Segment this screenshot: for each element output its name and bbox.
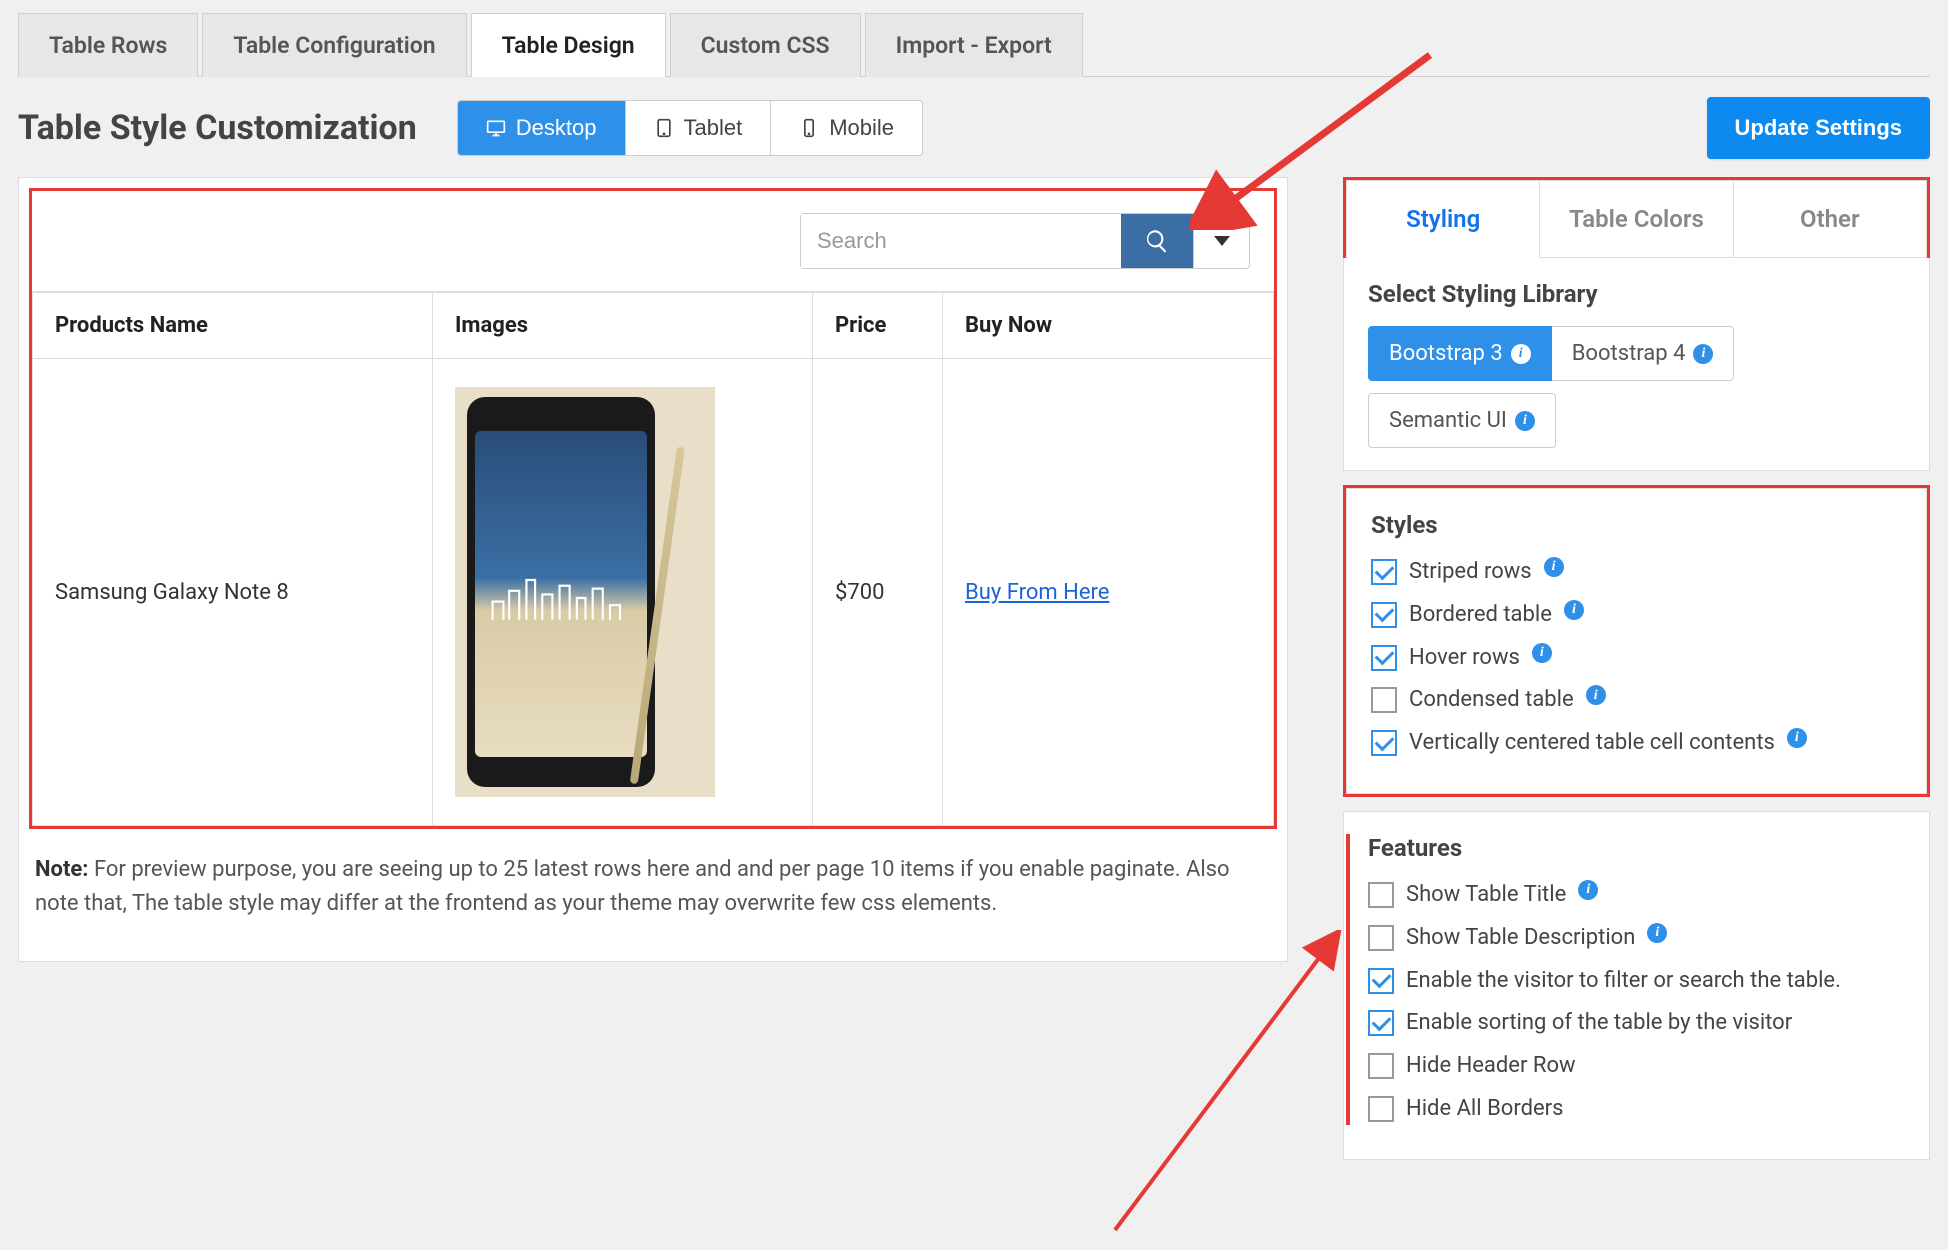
device-toggle-group: Desktop Tablet Mobile — [457, 100, 923, 156]
checkbox-bordered-table[interactable] — [1371, 602, 1397, 628]
tab-custom-css[interactable]: Custom CSS — [670, 13, 861, 77]
search-options-toggle[interactable] — [1193, 214, 1249, 268]
label-hide-borders: Hide All Borders — [1406, 1094, 1563, 1125]
checkbox-condensed-table[interactable] — [1371, 687, 1397, 713]
label-show-description: Show Table Description — [1406, 923, 1635, 954]
info-icon[interactable]: i — [1511, 344, 1531, 364]
search-button[interactable] — [1121, 214, 1193, 268]
preview-note: Note: For preview purpose, you are seein… — [29, 829, 1277, 921]
library-semantic-ui[interactable]: Semantic UI i — [1368, 393, 1556, 448]
info-icon[interactable]: i — [1693, 344, 1713, 364]
col-products-name[interactable]: Products Name — [33, 293, 433, 359]
page-title: Table Style Customization — [18, 108, 417, 148]
label-striped-rows: Striped rows — [1409, 557, 1532, 588]
cell-image — [433, 359, 813, 826]
checkbox-enable-sort[interactable] — [1368, 1010, 1394, 1036]
sub-tab-table-colors[interactable]: Table Colors — [1540, 180, 1733, 258]
cell-price: $700 — [813, 359, 943, 826]
device-tablet-button[interactable]: Tablet — [626, 101, 772, 155]
info-icon[interactable]: i — [1544, 557, 1564, 577]
label-show-title: Show Table Title — [1406, 880, 1566, 911]
library-bootstrap3-label: Bootstrap 3 — [1389, 341, 1503, 366]
styles-heading: Styles — [1371, 511, 1902, 539]
style-sub-tabs: Styling Table Colors Other — [1346, 180, 1927, 258]
tab-table-rows[interactable]: Table Rows — [18, 13, 198, 77]
device-mobile-label: Mobile — [829, 115, 894, 141]
label-hover-rows: Hover rows — [1409, 643, 1520, 674]
checkbox-show-description[interactable] — [1368, 925, 1394, 951]
library-semantic-label: Semantic UI — [1389, 408, 1507, 433]
note-label: Note: — [35, 857, 88, 882]
library-bootstrap4[interactable]: Bootstrap 4 i — [1552, 326, 1735, 381]
sub-tab-other[interactable]: Other — [1734, 180, 1927, 258]
checkbox-hide-borders[interactable] — [1368, 1096, 1394, 1122]
checkbox-striped-rows[interactable] — [1371, 559, 1397, 585]
styles-section: Styles Striped rows i Bordered table i Hov… — [1346, 488, 1927, 794]
library-bootstrap4-label: Bootstrap 4 — [1572, 341, 1686, 366]
preview-panel: Products Name Images Price Buy Now Samsu… — [18, 177, 1288, 962]
checkbox-vertically-centered[interactable] — [1371, 730, 1397, 756]
tab-table-configuration[interactable]: Table Configuration — [202, 13, 466, 77]
search-icon — [1144, 228, 1170, 254]
library-heading: Select Styling Library — [1368, 280, 1905, 308]
features-heading: Features — [1368, 834, 1905, 862]
col-images[interactable]: Images — [433, 293, 813, 359]
buy-link[interactable]: Buy From Here — [965, 580, 1109, 605]
table-row: Samsung Galaxy Note 8 — [33, 359, 1274, 826]
info-icon[interactable]: i — [1647, 923, 1667, 943]
desktop-icon — [486, 118, 506, 138]
info-icon[interactable]: i — [1532, 643, 1552, 663]
sub-tab-styling[interactable]: Styling — [1346, 180, 1540, 258]
device-desktop-label: Desktop — [516, 115, 597, 141]
device-mobile-button[interactable]: Mobile — [771, 101, 922, 155]
checkbox-hover-rows[interactable] — [1371, 645, 1397, 671]
label-enable-sort: Enable sorting of the table by the visit… — [1406, 1008, 1792, 1039]
checkbox-hide-header[interactable] — [1368, 1053, 1394, 1079]
note-text: For preview purpose, you are seeing up t… — [35, 857, 1230, 916]
label-vertically-centered: Vertically centered table cell contents — [1409, 728, 1775, 759]
info-icon[interactable]: i — [1515, 411, 1535, 431]
annotation-arrow-icon — [1095, 930, 1345, 1250]
info-icon[interactable]: i — [1586, 685, 1606, 705]
search-input[interactable] — [801, 214, 1121, 268]
chevron-down-icon — [1214, 236, 1230, 246]
info-icon[interactable]: i — [1578, 880, 1598, 900]
label-bordered-table: Bordered table — [1409, 600, 1552, 631]
tablet-icon — [654, 118, 674, 138]
update-settings-button[interactable]: Update Settings — [1707, 97, 1930, 159]
checkbox-enable-filter[interactable] — [1368, 968, 1394, 994]
device-desktop-button[interactable]: Desktop — [458, 101, 626, 155]
preview-table: Products Name Images Price Buy Now Samsu… — [32, 292, 1274, 826]
col-price[interactable]: Price — [813, 293, 943, 359]
tab-table-design[interactable]: Table Design — [471, 13, 666, 77]
search-group — [800, 213, 1250, 269]
device-tablet-label: Tablet — [684, 115, 743, 141]
library-section: Select Styling Library Bootstrap 3 i Boo… — [1343, 258, 1930, 471]
label-hide-header: Hide Header Row — [1406, 1051, 1576, 1082]
cell-product-name: Samsung Galaxy Note 8 — [33, 359, 433, 826]
checkbox-show-title[interactable] — [1368, 882, 1394, 908]
label-enable-filter: Enable the visitor to filter or search t… — [1406, 966, 1841, 997]
info-icon[interactable]: i — [1787, 728, 1807, 748]
main-tabs: Table Rows Table Configuration Table Des… — [18, 12, 1930, 77]
features-section: Features Show Table Title i Show Table De… — [1343, 811, 1930, 1160]
mobile-icon — [799, 118, 819, 138]
label-condensed-table: Condensed table — [1409, 685, 1574, 716]
info-icon[interactable]: i — [1564, 600, 1584, 620]
tab-import-export[interactable]: Import - Export — [865, 13, 1083, 77]
library-bootstrap3[interactable]: Bootstrap 3 i — [1368, 326, 1552, 381]
col-buy-now[interactable]: Buy Now — [943, 293, 1274, 359]
